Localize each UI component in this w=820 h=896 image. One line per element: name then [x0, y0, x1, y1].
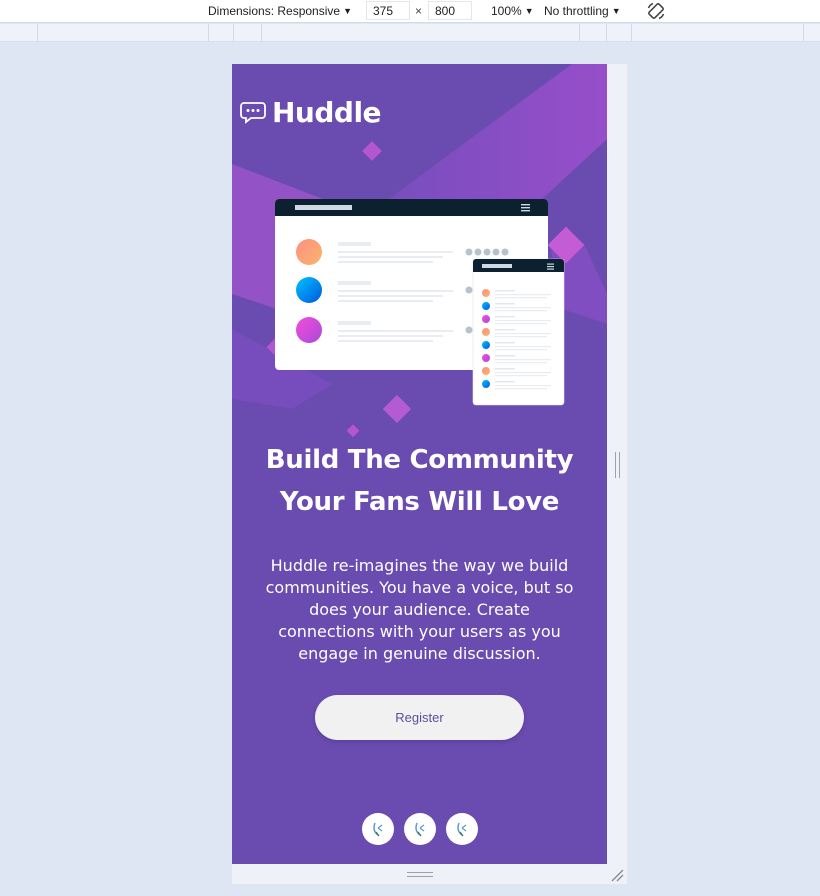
social-links [362, 813, 478, 845]
rotate-icon[interactable] [646, 1, 666, 21]
resize-handle-bottom[interactable] [407, 872, 433, 877]
throttling-dropdown[interactable]: No throttling ▼ [544, 3, 621, 19]
throttling-label: No throttling [544, 4, 609, 18]
register-button[interactable]: Register [315, 695, 524, 740]
media-query-ruler [0, 24, 820, 42]
social-link-3[interactable] [446, 813, 478, 845]
height-input[interactable]: 800 [428, 1, 472, 20]
headline-line-1: Build The Community [265, 445, 574, 475]
social-link-1[interactable] [362, 813, 394, 845]
headline-line-2: Your Fans Will Love [279, 487, 560, 517]
width-input[interactable]: 375 [366, 1, 410, 20]
page-headline: Build The Community Your Fans Will Love [252, 439, 587, 523]
social-link-icon [373, 822, 383, 837]
dimensions-dropdown[interactable]: Dimensions: Responsive ▼ [208, 3, 352, 19]
resize-corner-icon[interactable] [610, 868, 624, 882]
zoom-dropdown[interactable]: 100% ▼ [491, 3, 534, 19]
devtools-device-toolbar: Dimensions: Responsive ▼ 375 × 800 100% ▼ … [0, 0, 820, 23]
intro-paragraph: Huddle re-imagines the way we build comm… [265, 556, 574, 663]
mockups-illustration [275, 199, 565, 406]
social-link-icon [415, 822, 425, 837]
caret-down-icon: ▼ [611, 6, 621, 16]
caret-down-icon: ▼ [343, 6, 352, 16]
resize-handle-right[interactable] [615, 452, 620, 478]
page-viewport: Huddle Build The Community Your Fans Wil… [232, 64, 607, 864]
logo-text: Huddle [272, 96, 382, 129]
social-link-2[interactable] [404, 813, 436, 845]
caret-down-icon: ▼ [524, 6, 534, 16]
zoom-label: 100% [491, 4, 522, 18]
social-link-icon [457, 822, 467, 837]
logo[interactable]: Huddle [240, 96, 382, 129]
times-sign: × [415, 4, 423, 18]
dimensions-label: Dimensions: Responsive [208, 4, 341, 18]
chat-bubble-icon [240, 101, 266, 124]
